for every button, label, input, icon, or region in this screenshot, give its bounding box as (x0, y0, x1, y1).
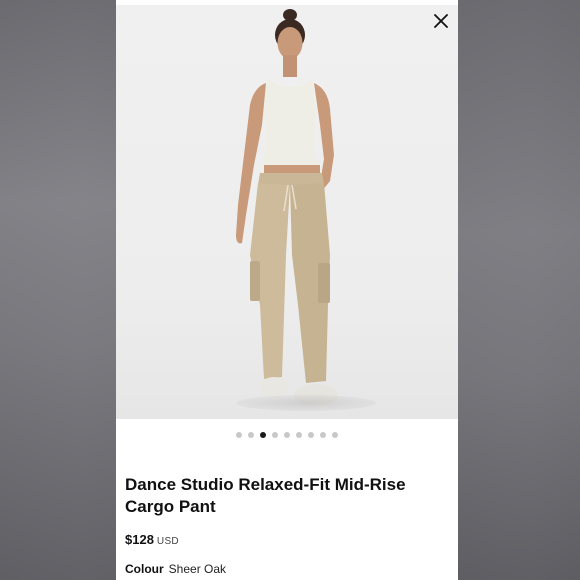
price-currency: USD (156, 536, 179, 547)
pagination-dot[interactable] (296, 432, 302, 438)
pagination-dot[interactable] (284, 432, 290, 438)
colour-row: Colour Sheer Oak (125, 562, 226, 576)
close-icon (434, 14, 448, 28)
gallery-pagination (116, 430, 458, 440)
colour-label: Colour (125, 562, 164, 576)
close-button[interactable] (428, 8, 454, 34)
pagination-dot[interactable] (332, 432, 338, 438)
pagination-dot-active[interactable] (260, 432, 266, 438)
product-image[interactable] (116, 5, 458, 419)
background-blur-right (458, 0, 580, 580)
pagination-dot[interactable] (272, 432, 278, 438)
pagination-dot[interactable] (308, 432, 314, 438)
product-title: Dance Studio Relaxed-Fit Mid-Rise Cargo … (125, 475, 406, 516)
floor-shadow (236, 395, 376, 411)
price-amount: $128 (125, 532, 154, 547)
pagination-dot[interactable] (320, 432, 326, 438)
model-illustration (236, 9, 338, 406)
product-card: Dance Studio Relaxed-Fit Mid-Rise Cargo … (116, 0, 458, 580)
background-blur-left (0, 0, 116, 580)
product-price: $128 USD (125, 531, 179, 549)
colour-value: Sheer Oak (168, 562, 227, 576)
pagination-dot[interactable] (248, 432, 254, 438)
pagination-dot[interactable] (236, 432, 242, 438)
